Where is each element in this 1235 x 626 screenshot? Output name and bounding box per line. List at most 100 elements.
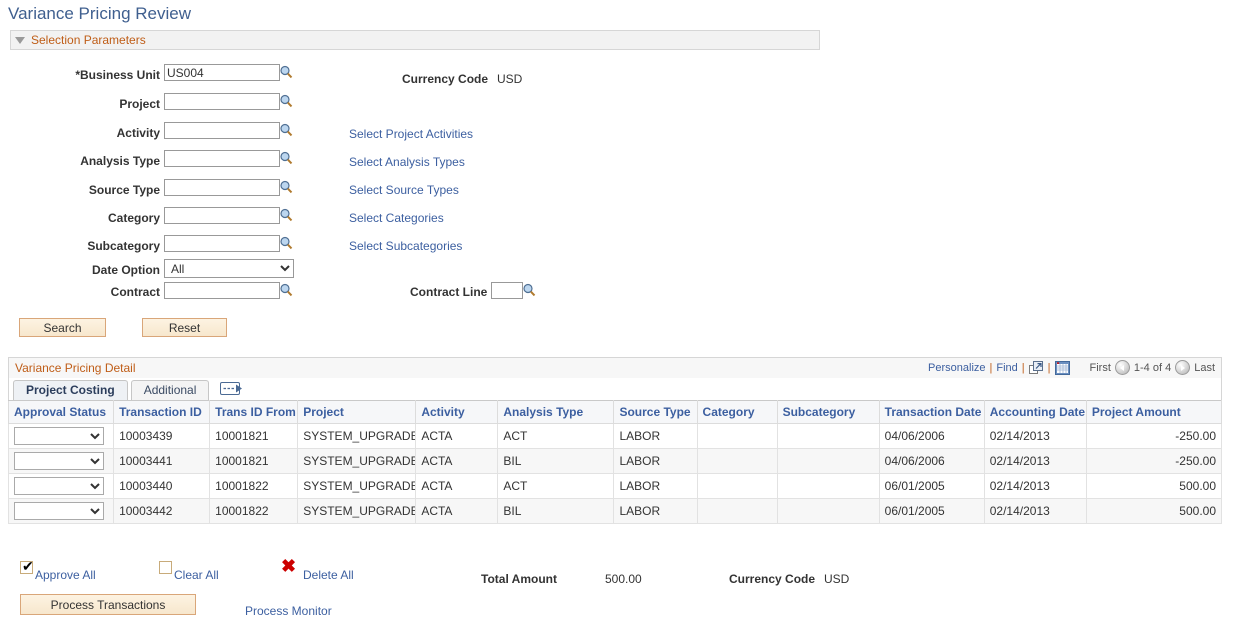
label-business-unit: *Business Unit bbox=[40, 68, 160, 82]
cell-transaction-date: 04/06/2006 bbox=[879, 449, 984, 474]
first-page-label[interactable]: First bbox=[1090, 362, 1111, 374]
grid-title: Variance Pricing Detail bbox=[15, 361, 136, 375]
delete-all-label[interactable]: Delete All bbox=[303, 568, 354, 582]
table-row: 1000343910001821SYSTEM_UPGRADEACTAACTLAB… bbox=[9, 424, 1222, 449]
cell-transaction-date: 06/01/2005 bbox=[879, 474, 984, 499]
approval-status-select[interactable] bbox=[14, 502, 104, 520]
next-arrow-icon[interactable] bbox=[1175, 360, 1190, 375]
approval-status-select[interactable] bbox=[14, 452, 104, 470]
cell-approval-status bbox=[9, 474, 114, 499]
red-x-icon[interactable]: ✖ bbox=[281, 557, 296, 575]
cell-source-type: LABOR bbox=[614, 474, 697, 499]
lookup-icon-analysis-type[interactable] bbox=[279, 151, 293, 165]
approve-all-label[interactable]: Approve All bbox=[35, 568, 96, 582]
lookup-icon-contract[interactable] bbox=[279, 283, 293, 297]
lookup-icon-project[interactable] bbox=[279, 94, 293, 108]
col-trans-id-from[interactable]: Trans ID From bbox=[210, 401, 298, 424]
lookup-icon-source-type[interactable] bbox=[279, 180, 293, 194]
table-body: 1000343910001821SYSTEM_UPGRADEACTAACTLAB… bbox=[9, 424, 1222, 524]
lookup-icon-business-unit[interactable] bbox=[279, 65, 293, 79]
col-transaction-date[interactable]: Transaction Date bbox=[879, 401, 984, 424]
table-row: 1000344110001821SYSTEM_UPGRADEACTABILLAB… bbox=[9, 449, 1222, 474]
cell-approval-status bbox=[9, 424, 114, 449]
cell-transaction-id: 10003439 bbox=[114, 424, 210, 449]
search-button[interactable]: Search bbox=[19, 318, 106, 337]
cell-category bbox=[697, 474, 777, 499]
label-total-amount: Total Amount bbox=[481, 572, 557, 586]
input-project[interactable] bbox=[164, 93, 280, 110]
clear-all-label[interactable]: Clear All bbox=[174, 568, 219, 582]
link-select-subcategories[interactable]: Select Subcategories bbox=[349, 239, 462, 253]
cell-trans-id-from: 10001821 bbox=[210, 424, 298, 449]
process-transactions-button[interactable]: Process Transactions bbox=[20, 594, 196, 615]
cell-subcategory bbox=[777, 474, 879, 499]
col-project[interactable]: Project bbox=[298, 401, 416, 424]
approval-status-select[interactable] bbox=[14, 477, 104, 495]
col-source-type[interactable]: Source Type bbox=[614, 401, 697, 424]
approve-all-checkbox[interactable]: ✔ bbox=[20, 561, 33, 574]
toolbar-separator-1: | bbox=[990, 362, 993, 374]
cell-transaction-id: 10003442 bbox=[114, 499, 210, 524]
triangle-down-icon[interactable] bbox=[15, 37, 25, 44]
cell-analysis-type: ACT bbox=[498, 474, 614, 499]
check-mark-icon: ✔ bbox=[22, 559, 34, 573]
selection-parameters-header[interactable]: Selection Parameters bbox=[10, 30, 820, 50]
label-source-type: Source Type bbox=[40, 183, 160, 197]
input-category[interactable] bbox=[164, 207, 280, 224]
process-monitor-link[interactable]: Process Monitor bbox=[245, 604, 332, 618]
col-analysis-type[interactable]: Analysis Type bbox=[498, 401, 614, 424]
personalize-link[interactable]: Personalize bbox=[928, 362, 985, 374]
input-activity[interactable] bbox=[164, 122, 280, 139]
col-category[interactable]: Category bbox=[697, 401, 777, 424]
cell-project-amount: 500.00 bbox=[1086, 499, 1221, 524]
col-subcategory[interactable]: Subcategory bbox=[777, 401, 879, 424]
tab-additional[interactable]: Additional bbox=[131, 380, 210, 400]
link-select-categories[interactable]: Select Categories bbox=[349, 211, 444, 225]
page-title: Variance Pricing Review bbox=[8, 4, 191, 24]
col-project-amount[interactable]: Project Amount bbox=[1086, 401, 1221, 424]
toolbar-separator-2: | bbox=[1022, 362, 1025, 374]
cell-analysis-type: BIL bbox=[498, 449, 614, 474]
find-link[interactable]: Find bbox=[996, 362, 1017, 374]
col-approval-status[interactable]: Approval Status bbox=[9, 401, 114, 424]
col-activity[interactable]: Activity bbox=[416, 401, 498, 424]
lookup-icon-category[interactable] bbox=[279, 208, 293, 222]
cell-accounting-date: 02/14/2013 bbox=[984, 449, 1086, 474]
cell-source-type: LABOR bbox=[614, 499, 697, 524]
lookup-icon-subcategory[interactable] bbox=[279, 236, 293, 250]
prev-arrow-icon[interactable] bbox=[1115, 360, 1130, 375]
link-select-project-activities[interactable]: Select Project Activities bbox=[349, 127, 473, 141]
cell-subcategory bbox=[777, 499, 879, 524]
input-source-type[interactable] bbox=[164, 179, 280, 196]
cell-source-type: LABOR bbox=[614, 424, 697, 449]
clear-all-checkbox[interactable] bbox=[159, 561, 172, 574]
reset-button[interactable]: Reset bbox=[142, 318, 227, 337]
input-analysis-type[interactable] bbox=[164, 150, 280, 167]
cell-trans-id-from: 10001821 bbox=[210, 449, 298, 474]
grid-tab-strip: Project Costing Additional bbox=[8, 378, 1222, 400]
input-contract[interactable] bbox=[164, 282, 280, 299]
label-category: Category bbox=[40, 211, 160, 225]
grid-toolbar: Personalize | Find | | First 1-4 of 4 La… bbox=[928, 360, 1215, 375]
cell-approval-status bbox=[9, 449, 114, 474]
approval-status-select[interactable] bbox=[14, 427, 104, 445]
grid-view-icon[interactable] bbox=[1055, 361, 1070, 375]
link-select-analysis-types[interactable]: Select Analysis Types bbox=[349, 155, 465, 169]
input-contract-line[interactable] bbox=[491, 282, 523, 299]
last-page-label[interactable]: Last bbox=[1194, 362, 1215, 374]
link-select-source-types[interactable]: Select Source Types bbox=[349, 183, 459, 197]
tab-project-costing[interactable]: Project Costing bbox=[13, 380, 128, 400]
select-date-option[interactable]: All bbox=[164, 259, 294, 278]
col-transaction-id[interactable]: Transaction ID bbox=[114, 401, 210, 424]
cell-project-amount: -250.00 bbox=[1086, 449, 1221, 474]
download-popup-icon[interactable] bbox=[1029, 361, 1044, 375]
lookup-icon-contract-line[interactable] bbox=[522, 283, 536, 297]
cell-category bbox=[697, 424, 777, 449]
cell-trans-id-from: 10001822 bbox=[210, 474, 298, 499]
cell-approval-status bbox=[9, 499, 114, 524]
show-all-columns-icon[interactable] bbox=[220, 381, 246, 399]
input-business-unit[interactable] bbox=[164, 64, 280, 81]
input-subcategory[interactable] bbox=[164, 235, 280, 252]
lookup-icon-activity[interactable] bbox=[279, 123, 293, 137]
col-accounting-date[interactable]: Accounting Date bbox=[984, 401, 1086, 424]
